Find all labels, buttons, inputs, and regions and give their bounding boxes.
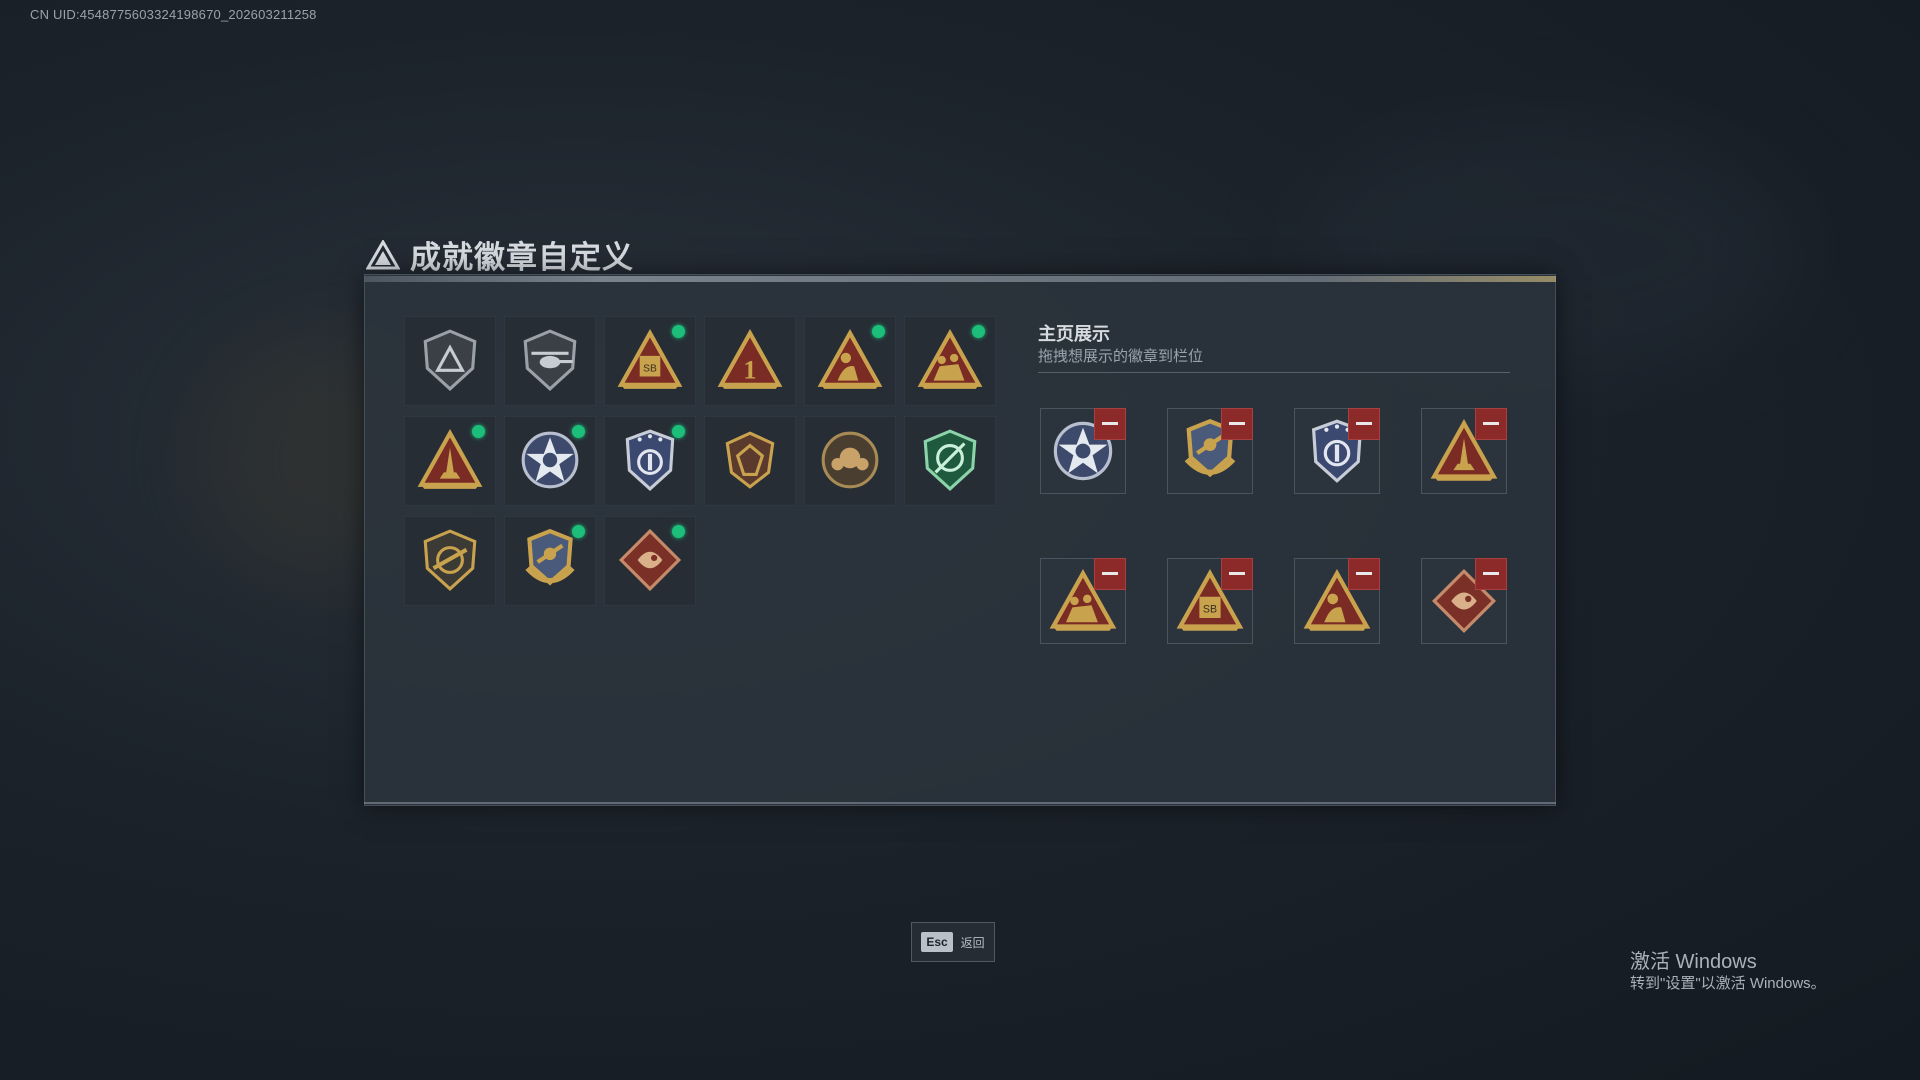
remove-badge-button[interactable] bbox=[1475, 408, 1507, 440]
shield-triangle-badge-icon bbox=[423, 329, 477, 391]
rifle-shield-badge-icon bbox=[423, 529, 477, 591]
squad-triangle-badge-icon bbox=[917, 328, 983, 389]
remove-badge-button[interactable] bbox=[1221, 408, 1253, 440]
inventory-badge-number-one-badge[interactable]: 1 bbox=[704, 316, 796, 406]
fist-emblem-badge-icon bbox=[821, 431, 879, 489]
gold-crest-badge-icon bbox=[525, 528, 575, 586]
inventory-badge-soldier-triangle-badge[interactable] bbox=[804, 316, 896, 406]
showcase-slot-sb-triangle-badge[interactable]: SB bbox=[1167, 558, 1253, 644]
selected-indicator-dot bbox=[972, 325, 985, 338]
star-wings-badge-icon bbox=[521, 431, 579, 489]
remove-badge-button[interactable] bbox=[1094, 558, 1126, 590]
inventory-badge-police-shield-badge[interactable] bbox=[604, 416, 696, 506]
dragon-diamond-badge-icon bbox=[618, 528, 682, 592]
inventory-badge-shield-triangle-badge[interactable] bbox=[404, 316, 496, 406]
remove-badge-button[interactable] bbox=[1094, 408, 1126, 440]
modal-title: 成就徽章自定义 bbox=[366, 232, 634, 277]
soldier-triangle-badge-icon bbox=[817, 328, 883, 389]
inventory-badge-rocket-triangle-badge[interactable] bbox=[404, 416, 496, 506]
panel-bottom-border bbox=[364, 802, 1556, 804]
inventory-badge-dragon-diamond-badge[interactable] bbox=[604, 516, 696, 606]
helicopter-badge-icon bbox=[523, 329, 577, 391]
inventory-badge-fist-emblem-badge[interactable] bbox=[804, 416, 896, 506]
svg-text:SB: SB bbox=[1203, 604, 1217, 616]
svg-text:SB: SB bbox=[643, 363, 657, 374]
triangle-logo-icon bbox=[366, 239, 400, 269]
inventory-badge-helicopter-badge[interactable] bbox=[504, 316, 596, 406]
remove-badge-button[interactable] bbox=[1348, 408, 1380, 440]
selected-indicator-dot bbox=[872, 325, 885, 338]
inventory-badge-gold-crest-badge[interactable] bbox=[504, 516, 596, 606]
windows-activation-subtitle: 转到"设置"以激活 Windows。 bbox=[1630, 975, 1826, 992]
esc-key-icon: Esc bbox=[921, 932, 953, 952]
back-button[interactable]: Esc 返回 bbox=[911, 922, 995, 962]
rocket-triangle-badge-icon bbox=[417, 428, 483, 489]
number-one-badge-icon: 1 bbox=[717, 328, 783, 389]
inventory-badge-squad-triangle-badge[interactable] bbox=[904, 316, 996, 406]
svg-text:1: 1 bbox=[743, 355, 756, 385]
showcase-slot-squad-triangle-badge[interactable] bbox=[1040, 558, 1126, 644]
showcase-slot-police-shield-badge[interactable] bbox=[1294, 408, 1380, 494]
back-label: 返回 bbox=[960, 935, 985, 950]
inventory-badge-rifle-shield-badge[interactable] bbox=[404, 516, 496, 606]
inventory-badge-gem-shield-badge[interactable] bbox=[704, 416, 796, 506]
police-shield-badge-icon bbox=[625, 429, 675, 491]
page-title: 成就徽章自定义 bbox=[410, 240, 634, 275]
showcase-slot-gold-crest-badge[interactable] bbox=[1167, 408, 1253, 494]
inventory-badge-star-wings-badge[interactable] bbox=[504, 416, 596, 506]
showcase-title: 主页展示 bbox=[1038, 324, 1110, 344]
windows-activation-title: 激活 Windows bbox=[1630, 951, 1757, 973]
remove-badge-button[interactable] bbox=[1348, 558, 1380, 590]
remove-badge-button[interactable] bbox=[1221, 558, 1253, 590]
inventory-badge-sb-triangle-badge[interactable]: SB bbox=[604, 316, 696, 406]
selected-indicator-dot bbox=[672, 525, 685, 538]
green-crosshair-badge-icon bbox=[923, 429, 977, 491]
showcase-subtitle: 拖拽想展示的徽章到栏位 bbox=[1038, 348, 1204, 365]
gem-shield-badge-icon bbox=[725, 431, 775, 489]
selected-indicator-dot bbox=[672, 325, 685, 338]
showcase-divider bbox=[1038, 372, 1510, 373]
selected-indicator-dot bbox=[472, 425, 485, 438]
user-uid-label: CN UID:4548775603324198670_202603211258 bbox=[30, 7, 317, 22]
selected-indicator-dot bbox=[572, 425, 585, 438]
panel-top-border bbox=[364, 276, 1556, 282]
showcase-slot-dragon-diamond-badge[interactable] bbox=[1421, 558, 1507, 644]
showcase-slot-rocket-triangle-badge[interactable] bbox=[1421, 408, 1507, 494]
showcase-slot-soldier-triangle-badge[interactable] bbox=[1294, 558, 1380, 644]
selected-indicator-dot bbox=[672, 425, 685, 438]
remove-badge-button[interactable] bbox=[1475, 558, 1507, 590]
inventory-badge-green-crosshair-badge[interactable] bbox=[904, 416, 996, 506]
sb-triangle-badge-icon: SB bbox=[617, 328, 683, 389]
showcase-slot-star-wings-badge[interactable] bbox=[1040, 408, 1126, 494]
selected-indicator-dot bbox=[572, 525, 585, 538]
